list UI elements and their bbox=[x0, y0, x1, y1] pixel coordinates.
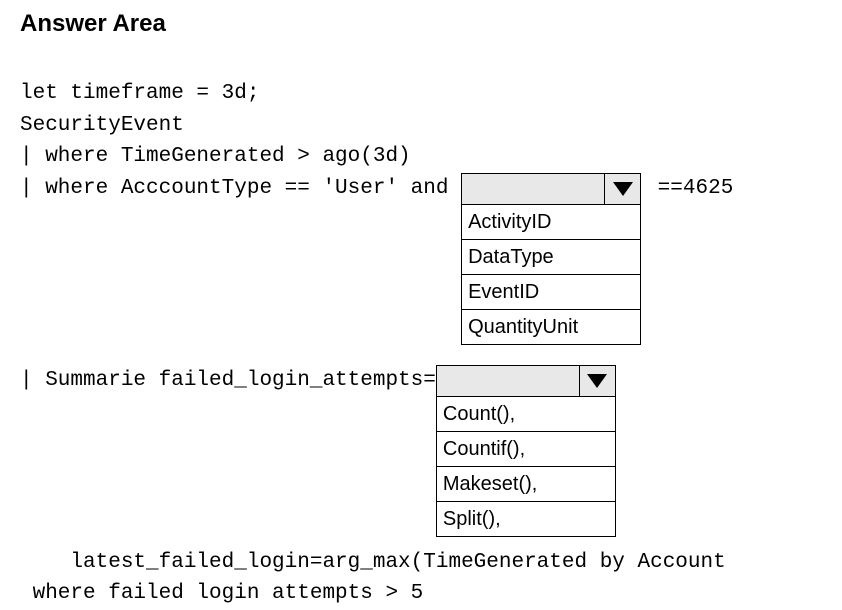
dropdown-select-2[interactable] bbox=[436, 365, 616, 397]
dropdown-options-1: ActivityID DataType EventID QuantityUnit bbox=[461, 205, 641, 345]
code-line-6: latest_failed_login=arg_max(TimeGenerate… bbox=[20, 547, 822, 579]
code-line-4-suffix: ==4625 bbox=[645, 173, 733, 205]
chevron-down-icon bbox=[605, 173, 641, 205]
code-line-7: where failed login attempts > 5 bbox=[20, 578, 822, 610]
dropdown-option[interactable]: Count(), bbox=[437, 397, 615, 432]
dropdown-option[interactable]: Countif(), bbox=[437, 432, 615, 467]
dropdown-option[interactable]: ActivityID bbox=[462, 205, 640, 240]
dropdown-option[interactable]: QuantityUnit bbox=[462, 310, 640, 344]
code-line-4-prefix: | where AcccountType == 'User' and bbox=[20, 173, 461, 205]
dropdown-option[interactable]: EventID bbox=[462, 275, 640, 310]
dropdown-option[interactable]: Makeset(), bbox=[437, 467, 615, 502]
dropdown-option[interactable]: DataType bbox=[462, 240, 640, 275]
dropdown-options-2: Count(), Countif(), Makeset(), Split(), bbox=[436, 397, 616, 537]
dropdown-event-field: ActivityID DataType EventID QuantityUnit bbox=[461, 173, 641, 345]
dropdown-function: Count(), Countif(), Makeset(), Split(), bbox=[436, 365, 616, 537]
dropdown-selected-2 bbox=[436, 365, 580, 397]
code-block: let timeframe = 3d; SecurityEvent | wher… bbox=[20, 78, 822, 610]
page-title: Answer Area bbox=[20, 10, 822, 38]
code-line-3: | where TimeGenerated > ago(3d) bbox=[20, 141, 822, 173]
code-line-1: let timeframe = 3d; bbox=[20, 78, 822, 110]
dropdown-option[interactable]: Split(), bbox=[437, 502, 615, 536]
dropdown-selected-1 bbox=[461, 173, 605, 205]
chevron-down-icon bbox=[580, 365, 616, 397]
code-line-5-prefix: | Summarie failed_login_attempts= bbox=[20, 365, 436, 397]
dropdown-select-1[interactable] bbox=[461, 173, 641, 205]
code-line-2: SecurityEvent bbox=[20, 110, 822, 142]
